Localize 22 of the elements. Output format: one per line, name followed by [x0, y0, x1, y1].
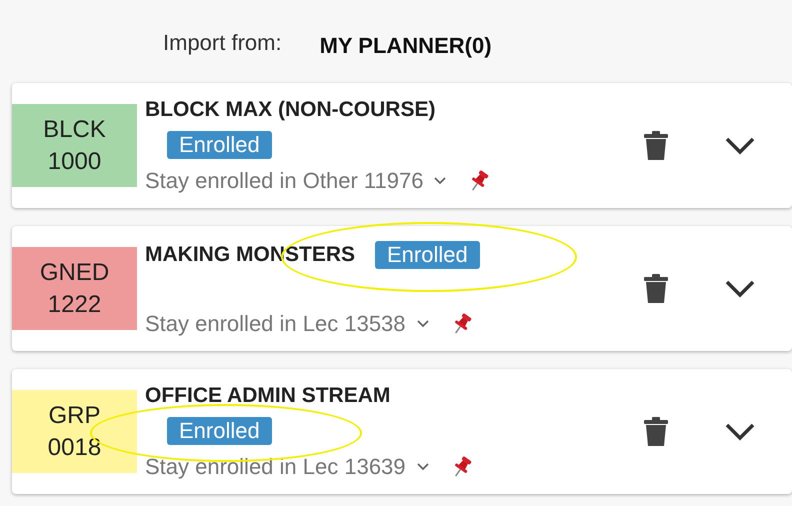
chevron-down-icon[interactable]: [433, 176, 448, 186]
course-code: GNED 1222: [12, 247, 137, 330]
trash-icon[interactable]: [643, 274, 669, 304]
course-title: OFFICE ADMIN STREAM: [145, 384, 390, 408]
status-badge: Enrolled: [375, 240, 480, 268]
chevron-down-icon[interactable]: [416, 462, 430, 472]
chevron-down-icon[interactable]: [724, 422, 756, 442]
status-badge: Enrolled: [167, 130, 272, 158]
chevron-down-icon[interactable]: [724, 136, 756, 156]
course-title: BLOCK MAX (NON-COURSE): [145, 98, 436, 122]
section-text: Stay enrolled in Lec 13538: [145, 310, 406, 336]
course-code: BLCK 1000: [12, 104, 137, 187]
course-code: GRP 0018: [12, 390, 137, 473]
section-text: Stay enrolled in Other 11976: [145, 168, 424, 194]
section-text: Stay enrolled in Lec 13639: [145, 454, 406, 480]
trash-icon[interactable]: [643, 416, 669, 446]
import-label: Import from:: [163, 30, 282, 56]
trash-icon[interactable]: [643, 130, 669, 160]
status-badge: Enrolled: [167, 416, 272, 444]
chevron-down-icon[interactable]: [724, 278, 756, 298]
import-source: MY PLANNER(0): [320, 33, 492, 59]
chevron-down-icon[interactable]: [416, 318, 430, 328]
